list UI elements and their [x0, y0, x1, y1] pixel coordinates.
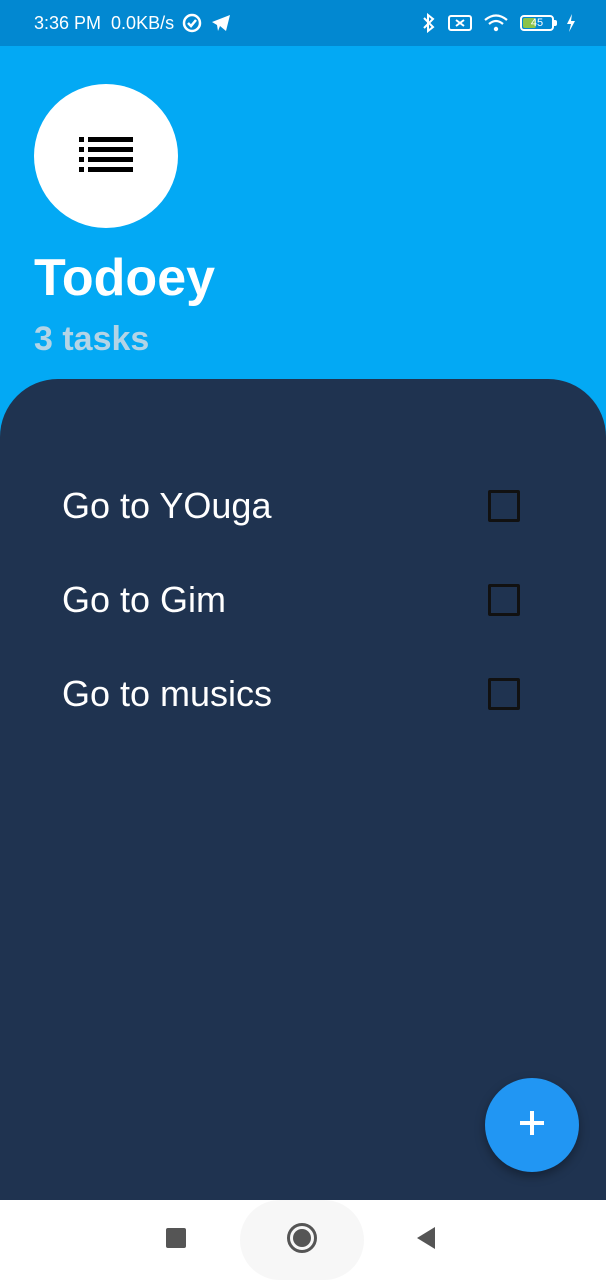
recents-button[interactable]: [156, 1220, 196, 1260]
triangle-back-icon: [415, 1226, 437, 1255]
task-checkbox[interactable]: [488, 584, 520, 616]
task-item[interactable]: Go to Gim: [0, 553, 606, 647]
status-right: 45: [422, 13, 576, 33]
home-button[interactable]: [240, 1200, 364, 1280]
battery-level: 45: [530, 16, 544, 29]
telegram-icon: [210, 13, 232, 33]
add-task-button[interactable]: [485, 1078, 579, 1172]
network-speed: 0.0KB/s: [111, 12, 175, 33]
navigation-bar: [0, 1200, 606, 1280]
wifi-icon: [484, 14, 508, 32]
circle-icon: [286, 1222, 318, 1259]
app-logo: [34, 84, 178, 228]
list-icon: [79, 136, 133, 177]
status-bar: 3:36 PM 0.0KB/s 45: [0, 0, 606, 46]
task-checkbox[interactable]: [488, 678, 520, 710]
bluetooth-icon: [422, 13, 436, 33]
task-checkbox[interactable]: [488, 490, 520, 522]
status-time: 3:36 PM: [34, 12, 102, 33]
status-left: 3:36 PM 0.0KB/s: [34, 13, 232, 34]
task-item[interactable]: Go to musics: [0, 647, 606, 741]
sim-off-icon: [448, 14, 472, 32]
task-panel: Go to YOuga Go to Gim Go to musics: [0, 379, 606, 1200]
square-icon: [165, 1227, 187, 1254]
plus-icon: [518, 1109, 546, 1142]
back-button[interactable]: [406, 1220, 446, 1260]
charging-icon: [566, 14, 576, 32]
task-label: Go to musics: [62, 673, 273, 714]
battery-icon: 45: [520, 15, 557, 31]
vpn-icon: [182, 13, 202, 33]
task-label: Go to YOuga: [62, 485, 272, 526]
task-count: 3 tasks: [34, 320, 150, 358]
task-label: Go to Gim: [62, 579, 227, 620]
task-list: Go to YOuga Go to Gim Go to musics: [0, 459, 606, 741]
app-title: Todoey: [34, 249, 216, 307]
task-item[interactable]: Go to YOuga: [0, 459, 606, 553]
